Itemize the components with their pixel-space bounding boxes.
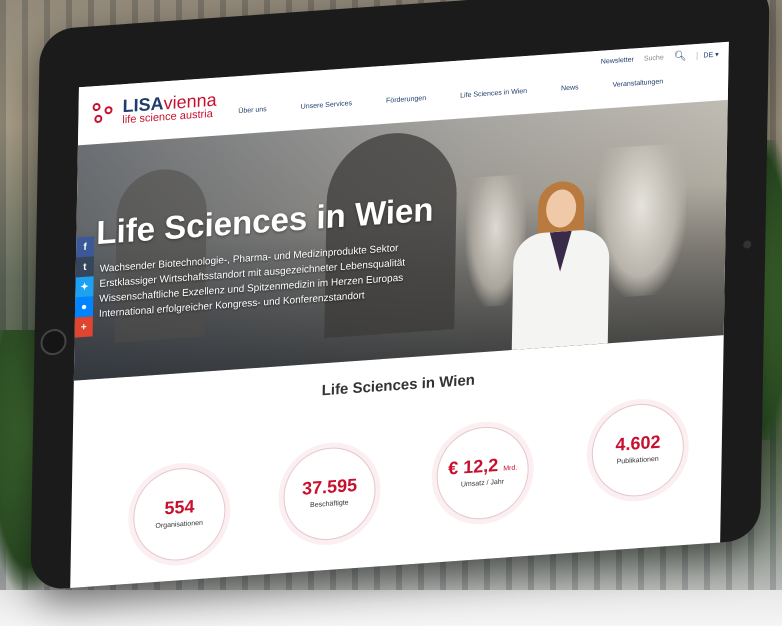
nav-ueber-uns[interactable]: Über uns [238, 106, 267, 115]
twitter-icon[interactable]: ✦ [75, 276, 94, 298]
facebook-icon[interactable]: f [75, 236, 95, 258]
hero-banner: f t ✦ ● + Life Sciences in Wien Wachsend… [73, 99, 728, 381]
site-logo[interactable]: LISAvienna life science austria [90, 90, 217, 129]
nav-services[interactable]: Unsere Services [301, 100, 352, 111]
stat-value: 554 [164, 496, 195, 519]
social-share-bar: f t ✦ ● + [74, 236, 95, 338]
utility-nav: Newsletter Suche 🔍︎ DE ▾ [601, 48, 719, 67]
stat-beschaeftigte: 37.595 Beschäftigte [282, 444, 377, 544]
stat-umsatz: € 12,2 Mrd. Umsatz / Jahr [435, 423, 530, 523]
stat-value: € 12,2 Mrd. [448, 454, 518, 479]
newsletter-link[interactable]: Newsletter [601, 56, 634, 65]
search-icon[interactable]: 🔍︎ [674, 51, 687, 63]
stat-organisationen: 554 Organisationen [132, 465, 227, 564]
search-label[interactable]: Suche [644, 54, 664, 62]
logo-molecule-icon [90, 100, 116, 128]
nav-life-sciences[interactable]: Life Sciences in Wien [460, 88, 527, 100]
tumblr-icon[interactable]: t [75, 256, 94, 278]
stat-publikationen: 4.602 Publikationen [591, 400, 685, 500]
hero-person [504, 178, 617, 351]
home-button[interactable] [40, 328, 67, 357]
messenger-icon[interactable]: ● [74, 296, 94, 318]
stat-value: 37.595 [301, 474, 358, 499]
nav-foerderungen[interactable]: Förderungen [386, 95, 426, 105]
stat-value: 4.602 [615, 431, 661, 455]
foreground-blur [0, 590, 782, 626]
share-plus-icon[interactable]: + [74, 316, 93, 338]
tablet-screen: LISAvienna life science austria Newslett… [70, 41, 729, 588]
tablet-device: LISAvienna life science austria Newslett… [30, 0, 770, 591]
tablet-camera [743, 240, 752, 249]
nav-veranstaltungen[interactable]: Veranstaltungen [612, 78, 663, 89]
language-select[interactable]: DE ▾ [696, 49, 719, 60]
nav-news[interactable]: News [561, 84, 579, 92]
